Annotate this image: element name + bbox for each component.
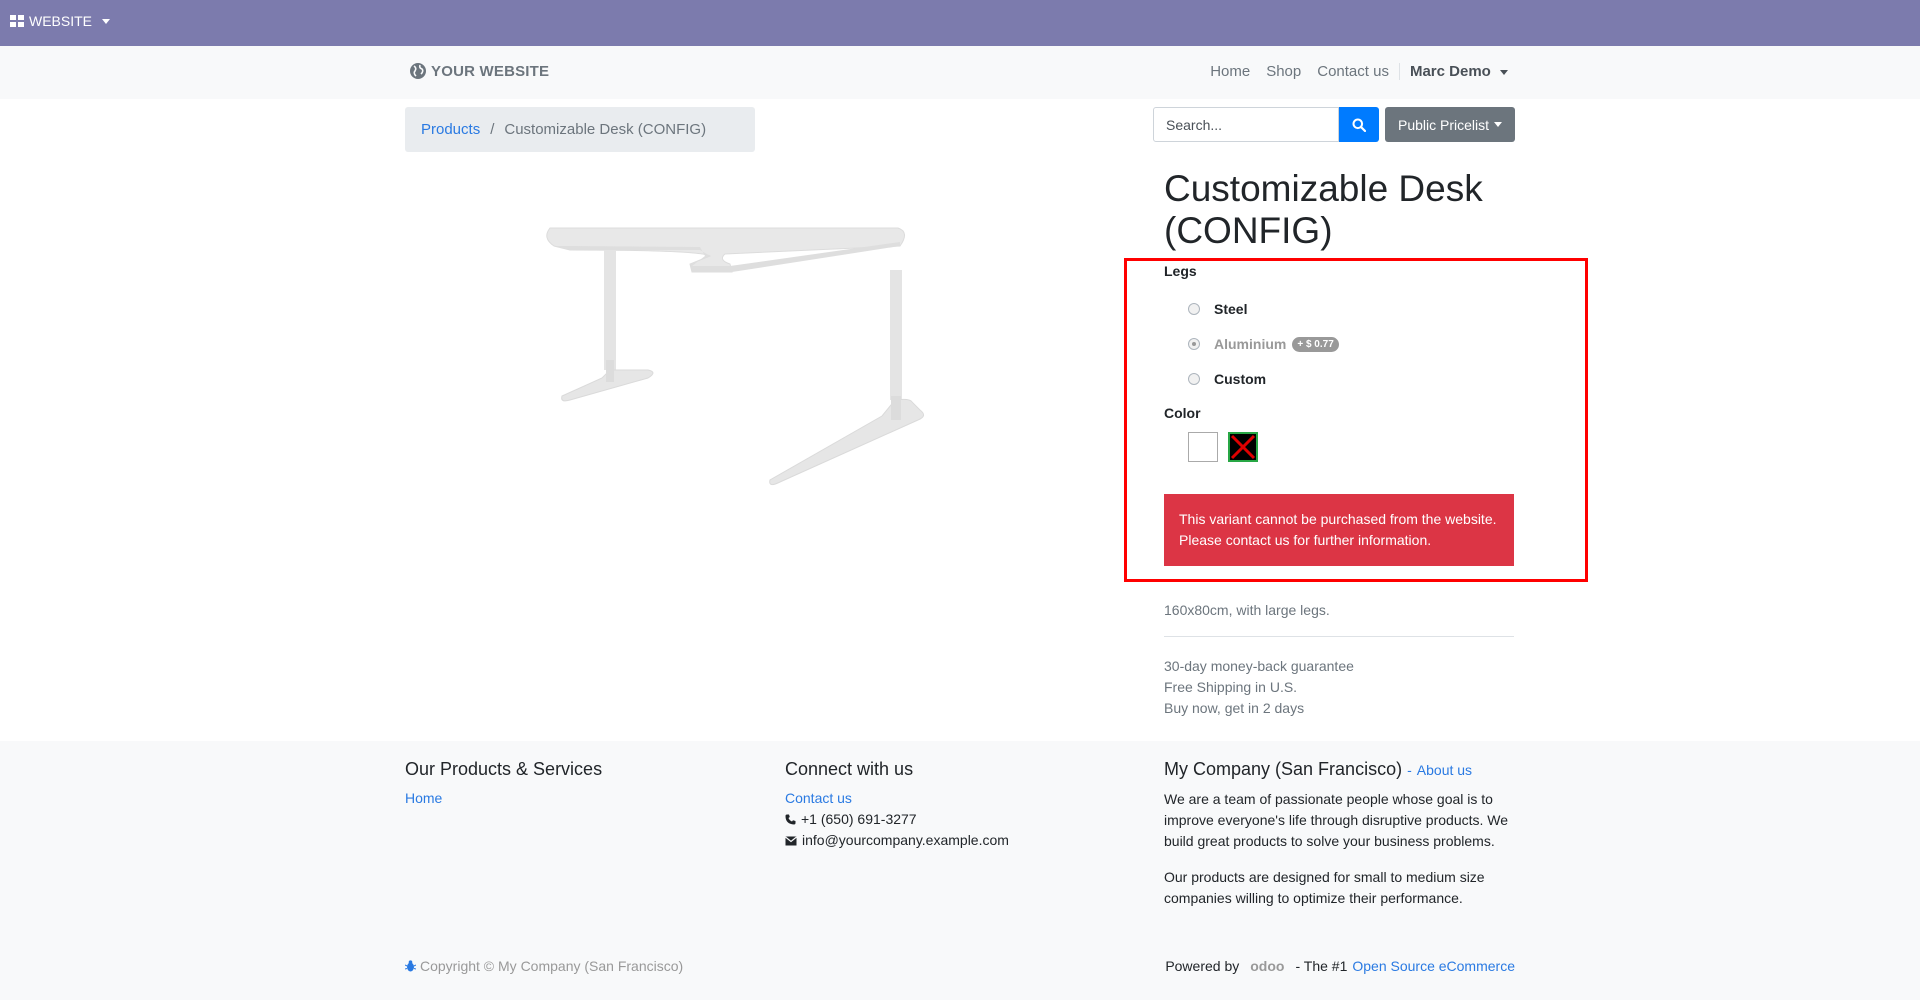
footer-company-column: My Company (San Francisco) - About us We… <box>1164 758 1524 924</box>
powered-by: Powered by odoo - The #1 Open Source eCo… <box>1165 958 1515 974</box>
radio-aluminium[interactable] <box>1188 338 1200 350</box>
radio-steel[interactable] <box>1188 303 1200 315</box>
about-us-link[interactable]: About us <box>1417 762 1472 778</box>
option-label: Aluminium <box>1214 336 1287 352</box>
desk-illustration <box>546 227 924 486</box>
footer-company-title: My Company (San Francisco) - About us <box>1164 758 1524 781</box>
legs-option-steel[interactable]: Steel <box>1188 301 1247 317</box>
nav-shop[interactable]: Shop <box>1266 63 1301 80</box>
user-menu[interactable]: Marc Demo <box>1398 63 1508 80</box>
site-logo[interactable]: YOUR WEBSITE <box>409 62 549 80</box>
product-image <box>540 220 1000 520</box>
caret-down-icon <box>1494 122 1503 127</box>
option-label: Steel <box>1214 301 1248 317</box>
color-swatch-white[interactable] <box>1188 432 1218 462</box>
breadcrumb-products[interactable]: Products <box>421 121 480 138</box>
perk-item: Free Shipping in U.S. <box>1164 679 1298 695</box>
tagline: - The #1 <box>1295 958 1348 974</box>
footer-contact-link[interactable]: Contact us <box>785 790 852 806</box>
caret-down-icon <box>102 18 111 24</box>
odoo-logo[interactable]: odoo <box>1250 958 1284 974</box>
footer-products-title: Our Products & Services <box>405 759 603 779</box>
ecommerce-link[interactable]: Open Source eCommerce <box>1352 958 1515 974</box>
attribute-legs-label: Legs <box>1164 263 1197 279</box>
attribute-color-label: Color <box>1164 405 1201 421</box>
envelope-icon <box>785 836 797 845</box>
product-description: 160x80cm, with large legs. <box>1164 602 1330 618</box>
search-button[interactable] <box>1339 107 1379 142</box>
breadcrumb-current: Customizable Desk (CONFIG) <box>504 121 707 138</box>
globe-icon <box>410 63 426 79</box>
caret-down-icon <box>1500 69 1508 75</box>
company-description: We are a team of passionate people whose… <box>1164 791 1509 849</box>
unavailable-cross-icon <box>1230 434 1256 460</box>
pricelist-dropdown[interactable]: Public Pricelist <box>1385 107 1515 142</box>
nav-contact-us[interactable]: Contact us <box>1317 63 1389 80</box>
company-description-2: Our products are designed for small to m… <box>1164 869 1485 906</box>
footer-connect-title: Connect with us <box>785 759 914 779</box>
footer-products-column: Our Products & Services Home <box>405 758 765 809</box>
site-header: YOUR WEBSITE Home Shop Contact us Marc D… <box>0 46 1920 99</box>
phone-number: +1 (650) 691-3277 <box>801 811 917 827</box>
price-extra-badge: + $ 0.77 <box>1292 336 1339 352</box>
nav-home[interactable]: Home <box>1210 63 1250 80</box>
color-swatch-black[interactable] <box>1228 432 1258 462</box>
breadcrumb: Products / Customizable Desk (CONFIG) <box>405 107 755 152</box>
pricelist-label: Public Pricelist <box>1397 116 1490 133</box>
search-icon <box>1352 118 1366 132</box>
main-nav: Home Shop Contact us Marc Demo <box>1194 63 1508 80</box>
copyright-text: Copyright © My Company (San Francisco) <box>420 958 684 974</box>
bug-icon <box>405 960 416 972</box>
option-label: Custom <box>1214 371 1267 387</box>
about-prefix: - <box>1407 762 1412 778</box>
unavailable-alert: This variant cannot be purchased from th… <box>1164 494 1514 566</box>
admin-bar: WEBSITE <box>0 0 1920 46</box>
phone-line: +1 (650) 691-3277 <box>785 809 1145 830</box>
radio-custom[interactable] <box>1188 373 1200 385</box>
email-line: info@yourcompany.example.com <box>785 830 1145 851</box>
logo-text: YOUR WEBSITE <box>431 62 550 80</box>
apps-menu-button[interactable]: WEBSITE <box>10 13 111 29</box>
phone-icon <box>785 814 796 825</box>
footer: Our Products & Services Home Connect wit… <box>0 741 1920 1000</box>
breadcrumb-separator: / <box>490 121 495 138</box>
footer-connect-column: Connect with us Contact us +1 (650) 691-… <box>785 758 1145 851</box>
search-input[interactable] <box>1153 107 1339 142</box>
email-address: info@yourcompany.example.com <box>802 832 1009 848</box>
perk-item: 30-day money-back guarantee <box>1164 658 1354 674</box>
legs-option-aluminium[interactable]: Aluminium + $ 0.77 <box>1188 336 1339 352</box>
company-name: My Company (San Francisco) <box>1164 759 1403 779</box>
apps-menu-label: WEBSITE <box>29 13 93 29</box>
powered-by-label: Powered by <box>1165 958 1240 974</box>
search-form <box>1153 107 1379 142</box>
divider <box>1164 636 1514 637</box>
product-title: Customizable Desk (CONFIG) <box>1164 168 1483 251</box>
footer-home-link[interactable]: Home <box>405 790 442 806</box>
product-perks: 30-day money-back guarantee Free Shippin… <box>1164 656 1354 719</box>
user-name: Marc Demo <box>1409 63 1491 80</box>
apps-grid-icon <box>10 15 24 27</box>
perk-item: Buy now, get in 2 days <box>1164 700 1305 716</box>
copyright: Copyright © My Company (San Francisco) <box>405 958 683 974</box>
legs-option-custom[interactable]: Custom <box>1188 371 1266 387</box>
